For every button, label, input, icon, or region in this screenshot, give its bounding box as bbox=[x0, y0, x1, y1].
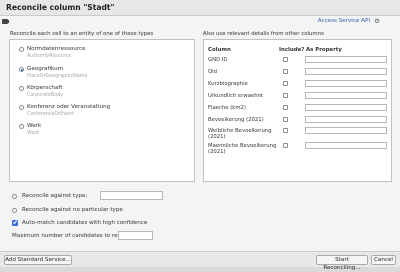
type-input[interactable] bbox=[100, 191, 163, 200]
type-name: Werk bbox=[27, 123, 42, 129]
columns-panel: Column Include? As Property GND ID Qid K… bbox=[203, 39, 392, 182]
types-list-panel: Normdatenressource AuthorityResource Geo… bbox=[9, 39, 195, 182]
type-radio[interactable] bbox=[19, 86, 24, 91]
property-input[interactable] bbox=[305, 80, 387, 87]
type-radio-selected[interactable] bbox=[19, 67, 24, 72]
column-name: Maennliche Bevoelkerung (2021) bbox=[208, 143, 277, 156]
column-row: GND ID bbox=[204, 56, 391, 67]
property-input[interactable] bbox=[305, 104, 387, 111]
columns-instruction: Also use relevant details from other col… bbox=[203, 31, 324, 37]
column-row: Weibliche Bevoelkerung (2021) bbox=[204, 127, 391, 141]
auto-match-checkbox[interactable] bbox=[12, 220, 18, 226]
auto-match-option[interactable]: Auto-match candidates with high confiden… bbox=[12, 220, 212, 229]
dialog-title: Reconcile column "Stadt" bbox=[6, 3, 115, 12]
gear-icon[interactable]: ⚙ bbox=[374, 17, 380, 25]
max-candidates-input[interactable] bbox=[118, 231, 153, 240]
include-checkbox[interactable] bbox=[283, 69, 288, 74]
column-row: Maennliche Bevoelkerung (2021) bbox=[204, 142, 391, 156]
property-input[interactable] bbox=[305, 56, 387, 63]
column-header: Column bbox=[208, 47, 231, 53]
add-standard-service-button[interactable]: Add Standard Service... bbox=[4, 255, 72, 265]
type-id: ConferenceOrEvent bbox=[27, 112, 74, 117]
column-name: Bevoelkerung (2021) bbox=[208, 117, 264, 123]
reconcile-no-type-option[interactable]: Reconcile against no particular type bbox=[12, 207, 212, 216]
property-input[interactable] bbox=[305, 142, 387, 149]
include-checkbox[interactable] bbox=[283, 57, 288, 62]
dialog-title-bar: Reconcile column "Stadt" bbox=[0, 0, 400, 16]
no-type-label: Reconcile against no particular type bbox=[22, 207, 123, 213]
type-radio[interactable] bbox=[19, 124, 24, 129]
include-checkbox[interactable] bbox=[283, 105, 288, 110]
type-id: CorporateBody bbox=[27, 93, 64, 98]
property-input[interactable] bbox=[305, 116, 387, 123]
column-name: GND ID bbox=[208, 57, 228, 63]
column-row: Urkundlich erwaehnt bbox=[204, 92, 391, 103]
against-type-label: Reconcile against type: bbox=[22, 193, 88, 199]
column-row: Bevoelkerung (2021) bbox=[204, 116, 391, 127]
type-id: AuthorityResource bbox=[27, 54, 72, 59]
type-radio[interactable] bbox=[19, 105, 24, 110]
include-checkbox[interactable] bbox=[283, 128, 288, 133]
as-property-header: As Property bbox=[306, 47, 342, 53]
property-input[interactable] bbox=[305, 127, 387, 134]
cancel-button[interactable]: Cancel bbox=[371, 255, 396, 265]
column-name: Flaeche (km2) bbox=[208, 105, 246, 111]
type-option-koerperschaft[interactable]: Körperschaft CorporateBody bbox=[19, 85, 189, 105]
column-row: Flaeche (km2) bbox=[204, 104, 391, 115]
service-header: Access Service API ⚙ bbox=[0, 17, 400, 27]
column-name: Kurzbiographie bbox=[208, 81, 248, 87]
type-radio[interactable] bbox=[19, 47, 24, 52]
no-type-radio[interactable] bbox=[12, 208, 17, 213]
auto-match-label: Auto-match candidates with high confiden… bbox=[22, 220, 148, 226]
type-name: Normdatenressource bbox=[27, 46, 86, 52]
type-option-normdatenressource[interactable]: Normdatenressource AuthorityResource bbox=[19, 46, 189, 66]
max-candidates-label: Maximum number of candidates to return bbox=[12, 233, 130, 239]
column-name: Qid bbox=[208, 69, 218, 75]
against-type-radio[interactable] bbox=[12, 194, 17, 199]
column-row: Kurzbiographie bbox=[204, 80, 391, 91]
type-name: Körperschaft bbox=[27, 85, 63, 91]
type-name: Geografikum bbox=[27, 66, 64, 72]
column-name: Weibliche Bevoelkerung (2021) bbox=[208, 128, 272, 141]
type-option-geografikum[interactable]: Geografikum PlaceOrGeographicName bbox=[19, 66, 189, 86]
column-row: Qid bbox=[204, 68, 391, 79]
type-id: Work bbox=[27, 131, 40, 136]
property-input[interactable] bbox=[305, 92, 387, 99]
include-checkbox[interactable] bbox=[283, 93, 288, 98]
type-id: PlaceOrGeographicName bbox=[27, 74, 88, 79]
reconcile-dialog: Reconcile column "Stadt" Access Service … bbox=[0, 0, 400, 271]
include-checkbox[interactable] bbox=[283, 143, 288, 148]
start-reconciling-button[interactable]: Start Reconciling... bbox=[316, 255, 368, 271]
dialog-footer: Add Standard Service... Start Reconcilin… bbox=[0, 251, 400, 271]
include-header: Include? bbox=[279, 47, 305, 53]
type-name: Konferenz oder Veranstaltung bbox=[27, 104, 111, 110]
property-input[interactable] bbox=[305, 68, 387, 75]
include-checkbox[interactable] bbox=[283, 81, 288, 86]
service-icon bbox=[2, 19, 9, 24]
access-service-api-link[interactable]: Access Service API bbox=[318, 18, 370, 24]
column-name: Urkundlich erwaehnt bbox=[208, 93, 263, 99]
reconcile-against-type-option[interactable]: Reconcile against type: bbox=[12, 191, 212, 202]
type-option-werk[interactable]: Werk Work bbox=[19, 123, 189, 143]
include-checkbox[interactable] bbox=[283, 117, 288, 122]
type-option-konferenz[interactable]: Konferenz oder Veranstaltung ConferenceO… bbox=[19, 104, 189, 124]
types-instruction: Reconcile each cell to an entity of one … bbox=[10, 31, 154, 37]
